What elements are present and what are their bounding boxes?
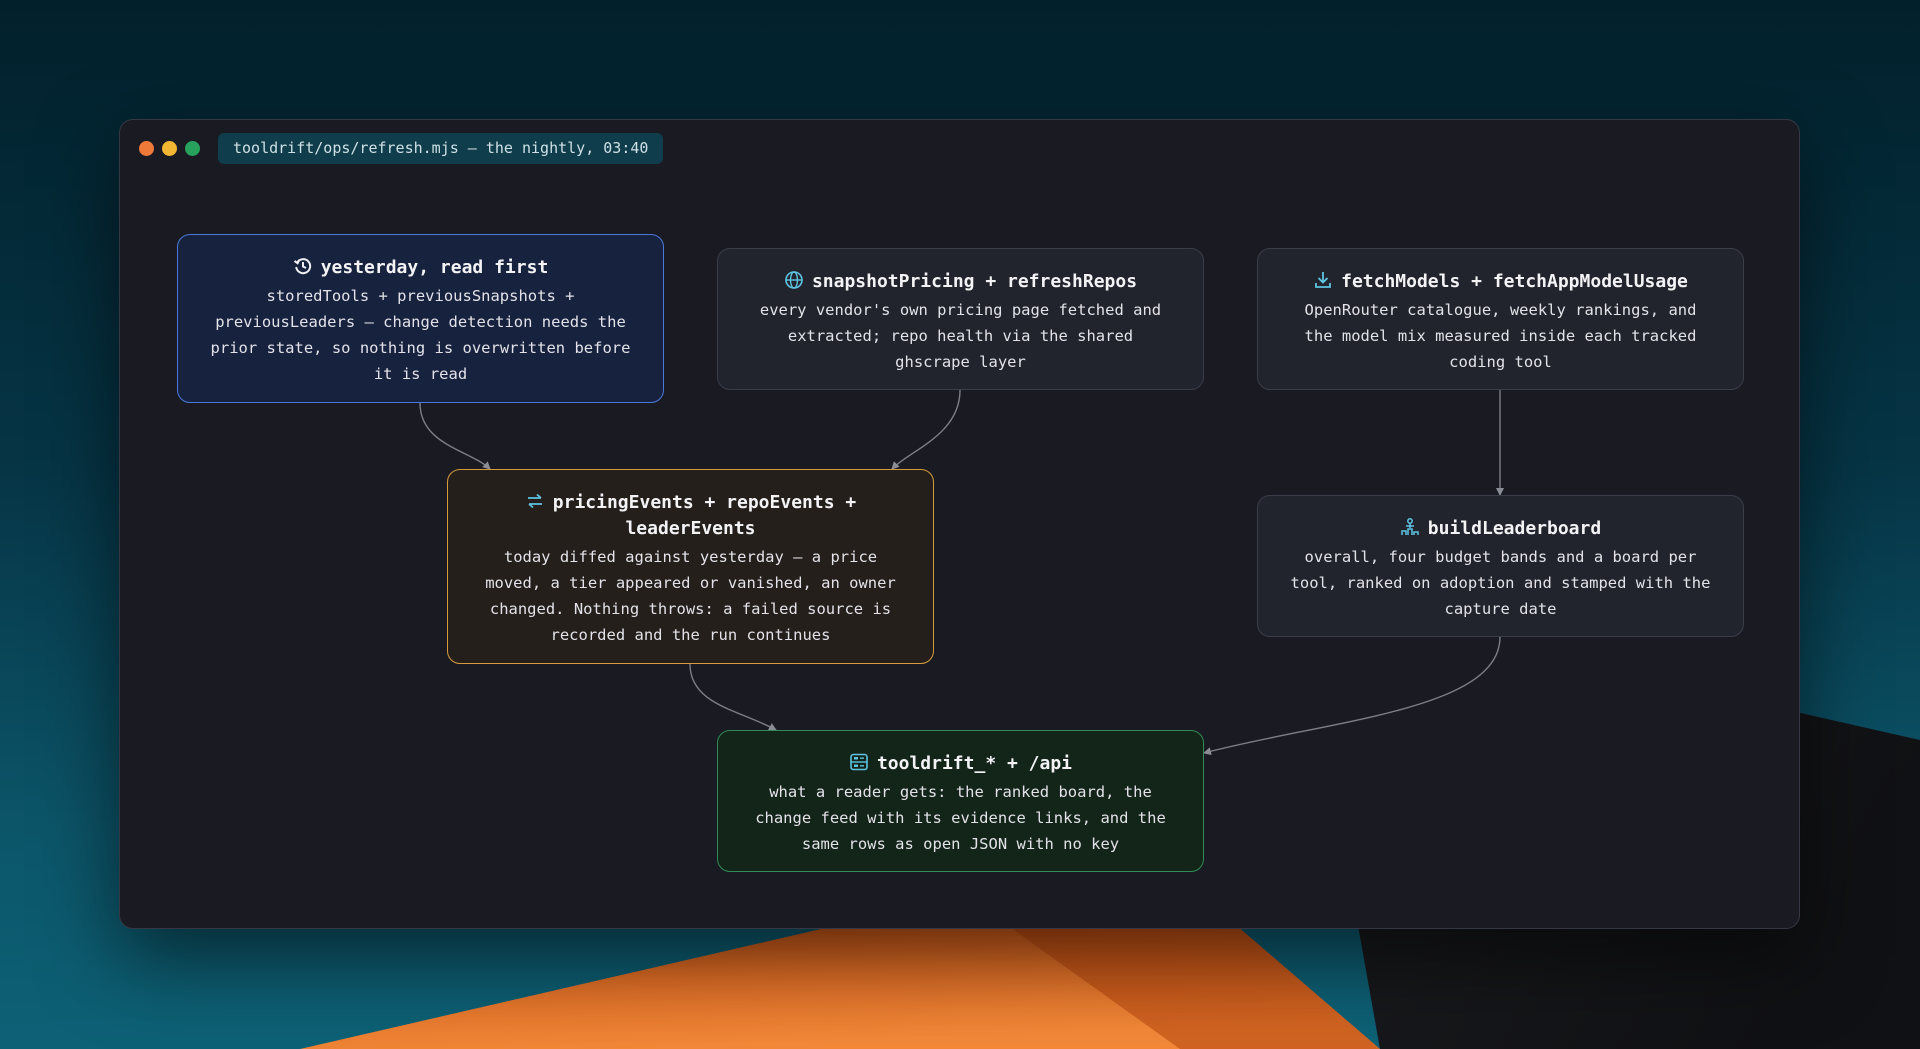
- node-events-description: today diffed against yesterday — a price…: [485, 548, 896, 644]
- node-snapshot-description: every vendor's own pricing page fetched …: [759, 301, 1162, 371]
- node-snapshot-title: snapshotPricing + refreshRepos: [718, 269, 1203, 295]
- swap-arrows-icon: [527, 493, 542, 509]
- node-fetch[interactable]: fetchModels + fetchAppModelUsage OpenRou…: [1257, 248, 1744, 390]
- window-title: tooldrift/ops/refresh.mjs — the nightly,…: [218, 133, 664, 164]
- node-yesterday-description: storedTools + previousSnapshots + previo…: [210, 287, 631, 383]
- node-events[interactable]: pricingEvents + repoEvents + leaderEvent…: [447, 469, 934, 664]
- podium-icon: [1401, 518, 1419, 535]
- node-events-title: pricingEvents + repoEvents + leaderEvent…: [448, 490, 933, 542]
- history-icon: [293, 258, 311, 275]
- node-snapshot[interactable]: snapshotPricing + refreshRepos every ven…: [717, 248, 1204, 390]
- node-output[interactable]: tooldrift_* + /api what a reader gets: t…: [717, 730, 1204, 872]
- node-output-description: what a reader gets: the ranked board, th…: [755, 783, 1166, 853]
- globe-icon: [785, 271, 803, 289]
- node-leader-description: overall, four budget bands and a board p…: [1290, 548, 1711, 618]
- node-fetch-description: OpenRouter catalogue, weekly rankings, a…: [1304, 301, 1697, 371]
- node-yesterday[interactable]: yesterday, read first storedTools + prev…: [177, 234, 664, 403]
- download-icon: [1315, 272, 1332, 288]
- node-fetch-title: fetchModels + fetchAppModelUsage: [1258, 269, 1743, 295]
- close-window-button[interactable]: [139, 141, 154, 156]
- node-output-title: tooldrift_* + /api: [718, 751, 1203, 777]
- node-yesterday-title: yesterday, read first: [178, 255, 663, 281]
- node-leader[interactable]: buildLeaderboard overall, four budget ba…: [1257, 495, 1744, 637]
- maximize-window-button[interactable]: [185, 141, 200, 156]
- minimize-window-button[interactable]: [162, 141, 177, 156]
- node-leader-title: buildLeaderboard: [1258, 516, 1743, 542]
- server-icon: [850, 753, 868, 771]
